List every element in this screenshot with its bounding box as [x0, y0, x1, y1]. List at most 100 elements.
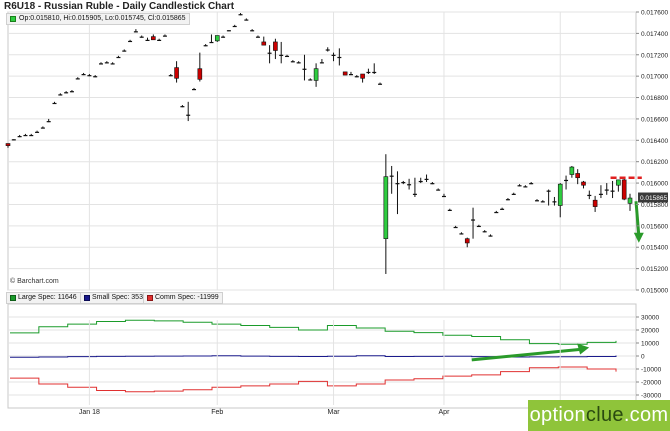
- candle-body: [110, 63, 115, 65]
- price-tick-label: 0.016800: [641, 95, 668, 102]
- candle-body: [337, 56, 342, 59]
- candle-body: [482, 231, 487, 233]
- price-tick-label: 0.015600: [641, 223, 668, 230]
- candle-body: [354, 76, 359, 78]
- candle-body: [267, 52, 272, 54]
- legend-comm-label: Comm Spec: -11999: [155, 294, 219, 301]
- candle-body: [436, 189, 441, 191]
- candle-body: [459, 233, 464, 235]
- candle-body: [17, 136, 22, 138]
- price-tick-label: 0.017600: [641, 10, 668, 17]
- candle-body: [157, 39, 162, 41]
- legend-comm-spec: Comm Spec: -11999: [143, 292, 223, 304]
- candle-body: [29, 134, 34, 137]
- candle-body: [447, 209, 452, 212]
- candle-body: [145, 39, 150, 41]
- last-price-label: 0.015865: [640, 195, 667, 202]
- watermark-suffix: .com: [623, 404, 669, 426]
- candle-body: [209, 41, 214, 44]
- candle-body: [488, 235, 493, 237]
- candle-body: [238, 14, 243, 16]
- candle-body: [308, 79, 313, 81]
- candle-body: [104, 62, 109, 64]
- candle-body: [331, 54, 336, 56]
- cot-tick-label: -20000: [641, 380, 662, 387]
- candle-body: [348, 74, 353, 76]
- legend-large-spec: Large Spec: 11646: [6, 292, 81, 304]
- candle-body: [383, 176, 389, 239]
- optionclue-watermark: optionclue.com: [528, 400, 670, 431]
- candle-body: [273, 41, 278, 51]
- candle-body: [75, 78, 80, 80]
- candle-body: [464, 238, 470, 244]
- legend-large-swatch: [10, 295, 16, 301]
- price-tick-label: 0.015000: [641, 288, 668, 295]
- candle-body: [319, 62, 324, 64]
- candle-body: [557, 183, 563, 206]
- candle-body: [476, 225, 481, 228]
- candle-body: [64, 92, 69, 94]
- x-tick-label: Feb: [211, 409, 223, 416]
- candle-body: [395, 183, 400, 185]
- candle-body: [40, 127, 45, 129]
- candle-body: [279, 54, 284, 56]
- candle-body: [604, 189, 609, 191]
- candle-body: [407, 184, 412, 186]
- watermark-prefix: option: [529, 404, 586, 426]
- candle-body: [627, 197, 633, 204]
- candle-body: [342, 71, 348, 76]
- candle-body: [168, 75, 173, 77]
- candle-body: [226, 30, 231, 32]
- candle-body: [186, 114, 191, 116]
- candle-body: [221, 36, 226, 38]
- candle-body: [302, 68, 307, 70]
- price-tick-label: 0.015400: [641, 245, 668, 252]
- candle-body: [372, 71, 377, 74]
- candle-body: [296, 62, 301, 64]
- price-tick-label: 0.015200: [641, 266, 668, 273]
- candle-body: [139, 36, 144, 38]
- x-tick-label: Apr: [439, 409, 451, 416]
- candle-body: [546, 190, 551, 192]
- candle-body: [471, 219, 476, 221]
- candle-body: [133, 31, 138, 33]
- chart-root: 0.017600 0.017400 0.017200 0.017000 0.016800…: [0, 0, 670, 431]
- legend-small-spec: Small Spec: 353: [80, 292, 147, 304]
- candle-body: [598, 193, 603, 195]
- candle-body: [250, 30, 255, 32]
- candle-body: [430, 183, 435, 185]
- candle-body: [366, 71, 371, 74]
- candle-body: [592, 199, 598, 207]
- price-tick-label: 0.015800: [641, 202, 668, 209]
- candle-body: [58, 94, 63, 96]
- candle-body: [564, 179, 569, 182]
- candle-body: [453, 226, 458, 229]
- candle-body: [128, 40, 133, 43]
- cot-tick-label: -10000: [641, 367, 662, 374]
- candle-body: [412, 193, 417, 195]
- candle-body: [401, 182, 406, 184]
- candle-body: [162, 35, 167, 37]
- candle-body: [285, 55, 290, 58]
- barchart-credit: © Barchart.com: [10, 278, 59, 285]
- watermark-mid: clue: [585, 404, 624, 426]
- price-tick-label: 0.017200: [641, 52, 668, 59]
- candle-body: [378, 83, 383, 85]
- legend-large-label: Large Spec: 11646: [18, 294, 77, 301]
- candle-body: [46, 121, 51, 123]
- candle-body: [523, 186, 528, 188]
- ohlc-swatch: [10, 16, 16, 22]
- candle-body: [5, 143, 11, 146]
- x-tick-label: Jan 18: [79, 409, 100, 416]
- candle-body: [87, 75, 92, 77]
- candle-body: [534, 200, 539, 202]
- candle-body: [93, 76, 98, 78]
- candle-body: [116, 56, 121, 59]
- candle-body: [35, 131, 40, 133]
- ohlc-text: Op:0.015810, Hi:0.015905, Lo:0.015745, C…: [19, 15, 186, 22]
- candle-body: [575, 173, 580, 179]
- candle: [214, 35, 220, 42]
- candle-body: [23, 134, 28, 137]
- candle-body: [505, 199, 510, 201]
- candle-body: [569, 166, 575, 175]
